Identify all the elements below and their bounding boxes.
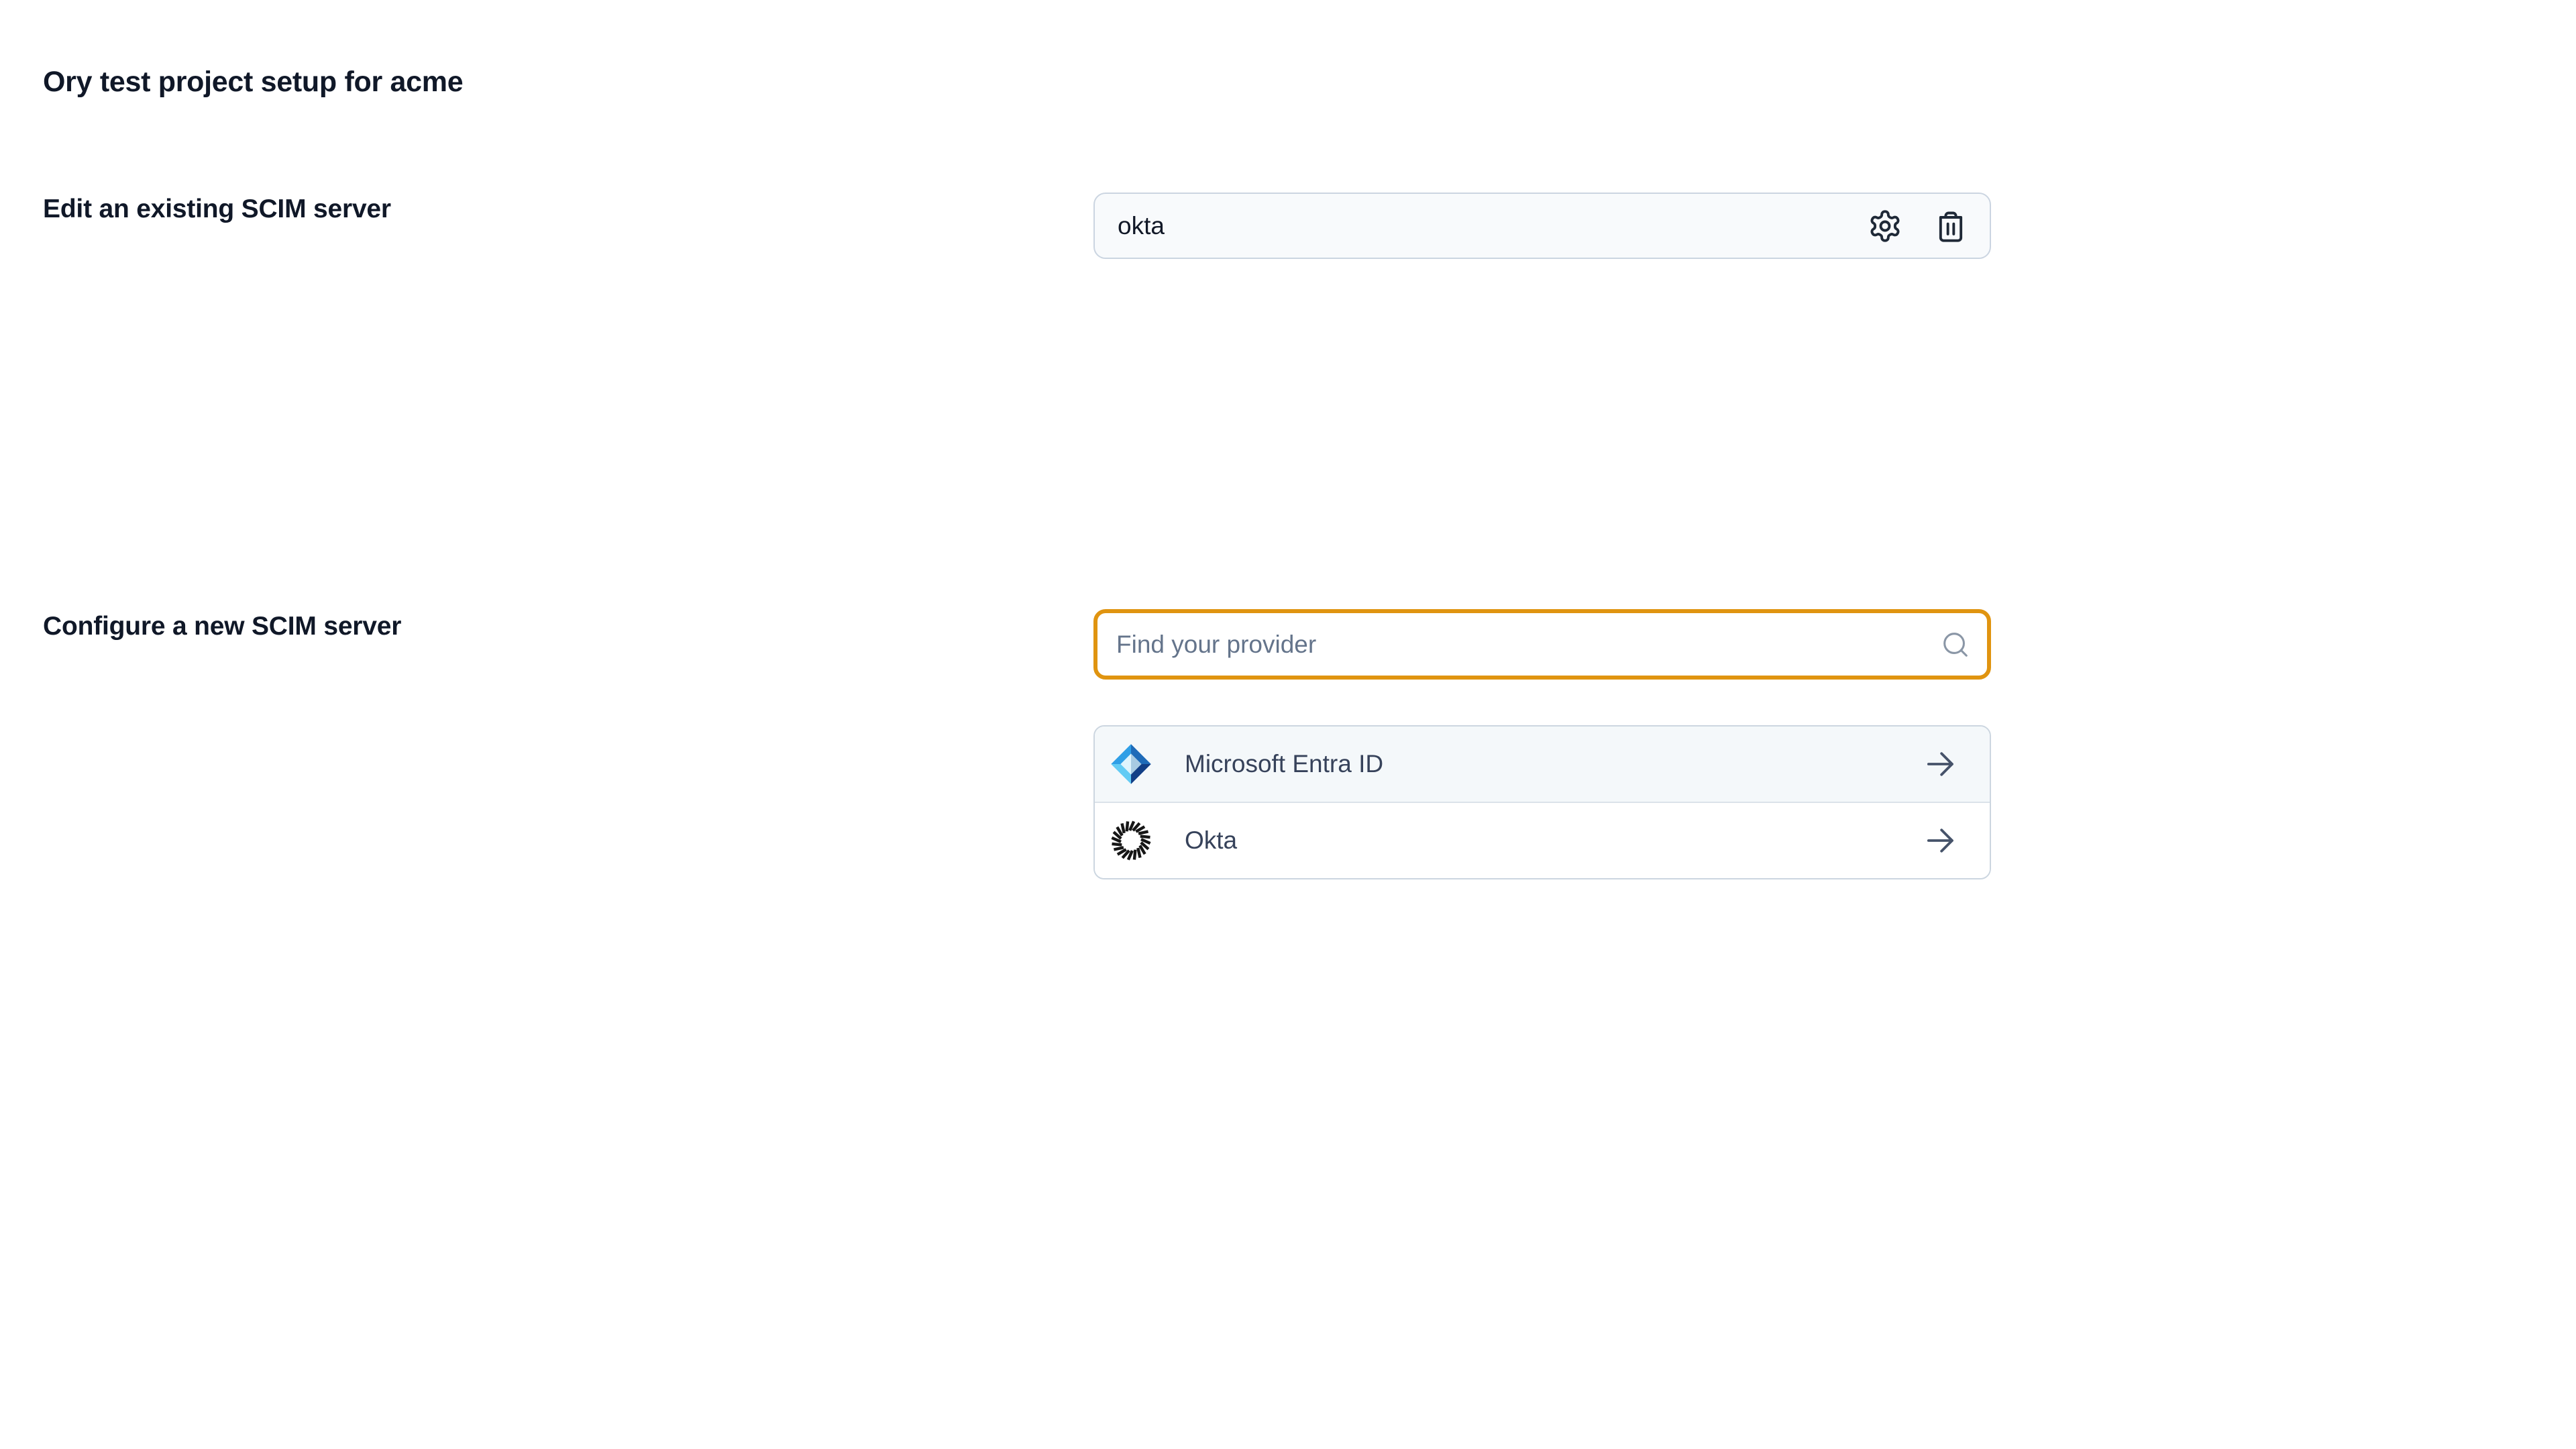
okta-logo <box>1108 818 1154 863</box>
provider-list: Microsoft Entra ID <box>1093 725 1991 879</box>
configure-scim-section-label: Configure a new SCIM server <box>43 612 401 641</box>
provider-row-microsoft-entra-id[interactable]: Microsoft Entra ID <box>1095 727 1990 802</box>
provider-name: Okta <box>1185 826 1237 855</box>
provider-search-input[interactable] <box>1093 609 1991 680</box>
trash-icon <box>1933 209 1968 244</box>
search-icon <box>1940 629 1971 660</box>
provider-row-okta[interactable]: Okta <box>1095 802 1990 878</box>
delete-server-button[interactable] <box>1933 209 1968 244</box>
microsoft-entra-id-logo <box>1108 741 1154 787</box>
page-title: Ory test project setup for acme <box>43 66 463 99</box>
gear-icon <box>1868 209 1902 244</box>
arrow-right-icon <box>1921 821 1960 860</box>
existing-scim-server-row: okta <box>1093 193 1991 259</box>
provider-name: Microsoft Entra ID <box>1185 750 1383 778</box>
edit-scim-section-label: Edit an existing SCIM server <box>43 195 391 224</box>
arrow-right-icon <box>1921 745 1960 784</box>
scim-server-name: okta <box>1118 212 1165 240</box>
provider-search-box <box>1093 609 1991 680</box>
configure-server-button[interactable] <box>1868 209 1902 244</box>
